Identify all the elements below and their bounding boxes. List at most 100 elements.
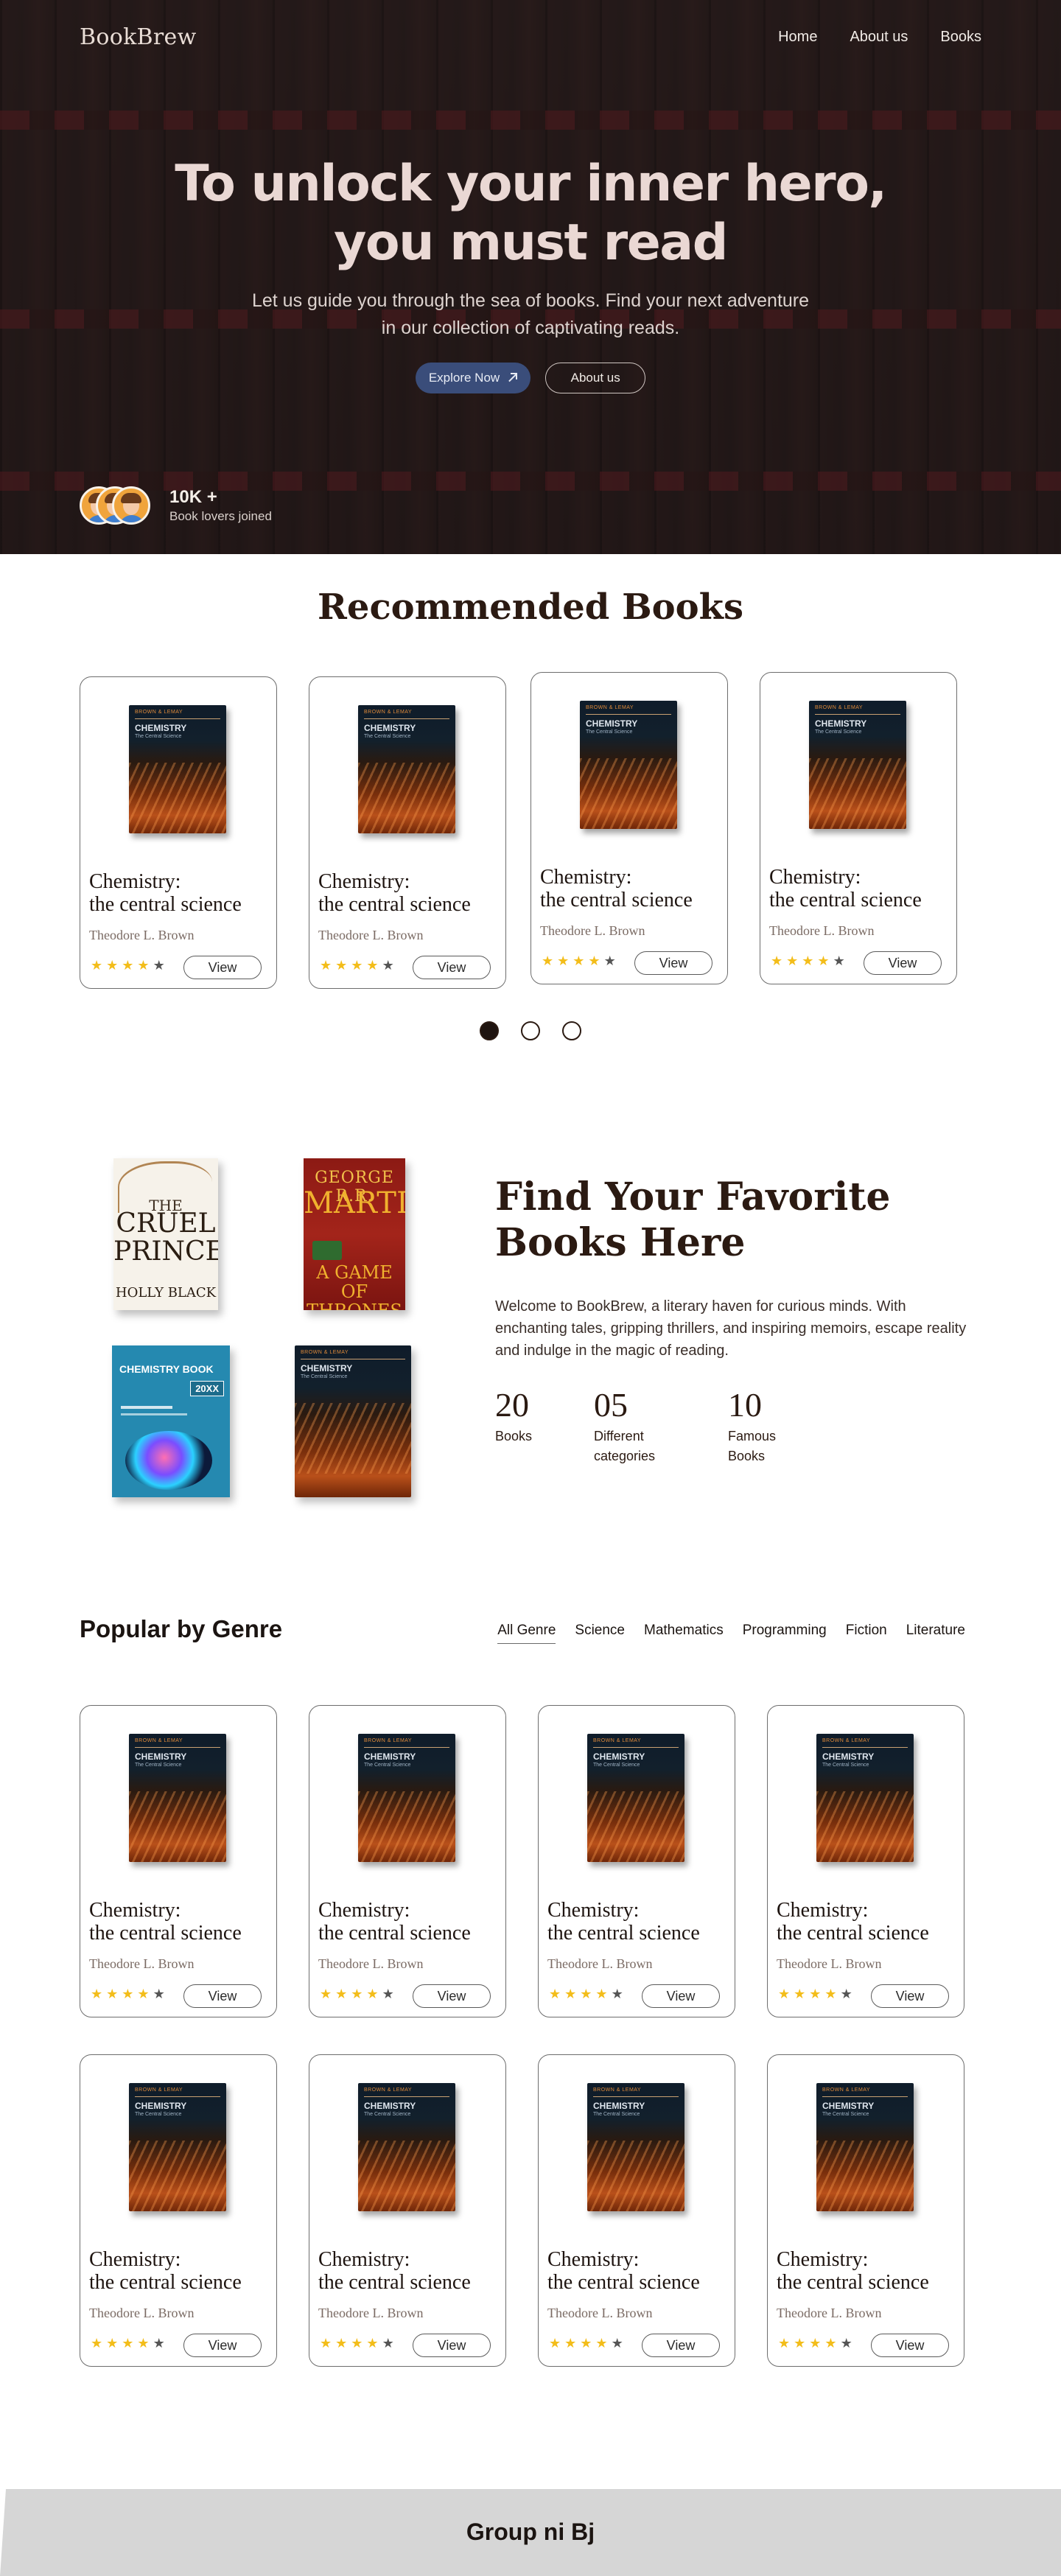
book-cover[interactable]: BROWN & LEMAY CHEMISTRY The Central Scienc… bbox=[129, 2083, 226, 2211]
star-filled-icon: ★ bbox=[320, 2336, 332, 2351]
book-cover[interactable]: BROWN & LEMAY CHEMISTRY The Central Scienc… bbox=[587, 2083, 684, 2211]
view-button[interactable]: View bbox=[634, 951, 712, 975]
book-card[interactable]: BROWN & LEMAY CHEMISTRY The Central Scienc… bbox=[530, 672, 728, 984]
stat-label-line: Books bbox=[728, 1449, 766, 1463]
cover-art: BROWN & LEMAY CHEMISTRY The Central Scie… bbox=[295, 1345, 411, 1497]
book-card[interactable]: BROWN & LEMAY CHEMISTRY The Central Scienc… bbox=[767, 1705, 964, 2017]
book-author: Theodore L. Brown bbox=[777, 2306, 882, 2320]
chemistry-book-cover[interactable]: CHEMISTRY BOOK 20XX bbox=[112, 1345, 230, 1497]
view-button[interactable]: View bbox=[183, 956, 262, 979]
book-card[interactable]: BROWN & LEMAY CHEMISTRY The Central Scienc… bbox=[80, 1705, 277, 2017]
genre-title: Popular by Genre bbox=[80, 1615, 283, 1642]
star-filled-icon: ★ bbox=[91, 1987, 103, 2002]
book-card[interactable]: BROWN & LEMAY CHEMISTRY The Central Scienc… bbox=[309, 2054, 506, 2367]
book-card[interactable]: BROWN & LEMAY CHEMISTRY The Central Scienc… bbox=[80, 676, 277, 989]
cover-art: BROWN & LEMAY CHEMISTRY The Central Scienc… bbox=[358, 705, 455, 833]
star-filled-icon: ★ bbox=[366, 2336, 379, 2351]
book-title-line: the central science bbox=[89, 2271, 242, 2294]
book-cover[interactable]: BROWN & LEMAY CHEMISTRY The Central Scienc… bbox=[358, 1734, 455, 1862]
book-cover[interactable]: BROWN & LEMAY CHEMISTRY The Central Scienc… bbox=[358, 2083, 455, 2211]
star-filled-icon: ★ bbox=[549, 1987, 561, 2002]
book-card[interactable]: BROWN & LEMAY CHEMISTRY The Central Scienc… bbox=[767, 2054, 964, 2367]
book-cover[interactable]: BROWN & LEMAY CHEMISTRY The Central Scienc… bbox=[587, 1734, 684, 1862]
favorite-title-line: Find Your Favorite bbox=[495, 1175, 891, 1219]
view-button[interactable]: View bbox=[183, 2334, 262, 2357]
carousel-dot-3[interactable] bbox=[562, 1021, 581, 1040]
book-title: Chemistry: the central science bbox=[777, 2248, 961, 2294]
book-title-line: the central science bbox=[547, 1922, 700, 1945]
nav-link-home[interactable]: Home bbox=[778, 29, 817, 46]
joined-label: Book lovers joined bbox=[169, 509, 272, 523]
book-title-line: Chemistry: bbox=[89, 2248, 181, 2271]
cover-author: BROWN & LEMAY bbox=[593, 2087, 642, 2093]
book-card[interactable]: BROWN & LEMAY CHEMISTRY The Central Scienc… bbox=[760, 672, 957, 984]
book-card[interactable]: BROWN & LEMAY CHEMISTRY The Central Scienc… bbox=[309, 676, 506, 989]
cruel-prince-cover[interactable]: THE CRUEL PRINCE HOLLY BLACK bbox=[113, 1158, 218, 1310]
rating-stars: ★ ★ ★ ★ ★ bbox=[320, 1988, 394, 2001]
star-filled-icon: ★ bbox=[137, 958, 150, 973]
tab-mathematics[interactable]: Mathematics bbox=[644, 1623, 724, 1644]
star-filled-icon: ★ bbox=[122, 1987, 134, 2002]
book-card[interactable]: BROWN & LEMAY CHEMISTRY The Central Scienc… bbox=[538, 2054, 735, 2367]
rating-stars: ★ ★ ★ ★ ★ bbox=[320, 959, 394, 973]
explore-now-button[interactable]: Explore Now bbox=[415, 363, 531, 393]
cover-subtitle: The Central Science bbox=[301, 1374, 348, 1379]
view-button[interactable]: View bbox=[871, 2334, 949, 2357]
cover-author: BROWN & LEMAY bbox=[364, 710, 413, 715]
stat-label: Famous Books bbox=[728, 1427, 776, 1466]
star-filled-icon: ★ bbox=[580, 2336, 592, 2351]
cover-art: BROWN & LEMAY CHEMISTRY The Central Scienc… bbox=[587, 1734, 684, 1862]
view-button[interactable]: View bbox=[413, 956, 491, 979]
view-button[interactable]: View bbox=[864, 951, 942, 975]
tab-literature[interactable]: Literature bbox=[906, 1623, 965, 1644]
book-title-line: the central science bbox=[547, 2271, 700, 2294]
tab-science[interactable]: Science bbox=[575, 1623, 625, 1644]
view-button[interactable]: View bbox=[183, 1984, 262, 2008]
tab-fiction[interactable]: Fiction bbox=[846, 1623, 887, 1644]
hero-section: BookBrew Home About us Books To unlock y… bbox=[0, 0, 1061, 554]
cover-rule bbox=[593, 2096, 679, 2097]
star-empty-icon: ★ bbox=[153, 2336, 165, 2351]
view-button[interactable]: View bbox=[642, 1984, 720, 2008]
cover-title: CHEMISTRY bbox=[822, 1751, 875, 1762]
about-us-button[interactable]: About us bbox=[545, 363, 646, 393]
stat-famous: 10 Famous Books bbox=[728, 1387, 776, 1466]
cover-title: CHEMISTRY bbox=[364, 723, 416, 733]
nav-link-about[interactable]: About us bbox=[850, 29, 908, 46]
favorite-title-line: Books Here bbox=[495, 1220, 746, 1265]
book-cover[interactable]: BROWN & LEMAY CHEMISTRY The Central Scienc… bbox=[809, 701, 906, 829]
tab-programming[interactable]: Programming bbox=[743, 1623, 827, 1644]
book-cover[interactable]: BROWN & LEMAY CHEMISTRY The Central Scienc… bbox=[816, 1734, 914, 1862]
star-empty-icon: ★ bbox=[603, 953, 616, 969]
cover-art: BROWN & LEMAY CHEMISTRY The Central Scienc… bbox=[358, 1734, 455, 1862]
book-title-line: the central science bbox=[777, 2271, 929, 2294]
brand-logo[interactable]: BookBrew bbox=[80, 24, 197, 50]
tab-all-genre[interactable]: All Genre bbox=[497, 1623, 556, 1644]
book-title-line: the central science bbox=[318, 1922, 471, 1945]
cover-subtitle: The Central Science bbox=[135, 2112, 182, 2117]
view-button[interactable]: View bbox=[413, 1984, 491, 2008]
stat-number: 10 bbox=[728, 1386, 762, 1424]
book-card[interactable]: BROWN & LEMAY CHEMISTRY The Central Scienc… bbox=[80, 2054, 277, 2367]
chemistry-central-science-cover[interactable]: BROWN & LEMAY CHEMISTRY The Central Scie… bbox=[295, 1345, 411, 1497]
book-card[interactable]: BROWN & LEMAY CHEMISTRY The Central Scienc… bbox=[538, 1705, 735, 2017]
book-title: Chemistry: the central science bbox=[769, 866, 953, 911]
stat-books: 20 Books bbox=[495, 1387, 532, 1446]
book-cover[interactable]: BROWN & LEMAY CHEMISTRY The Central Scienc… bbox=[129, 1734, 226, 1862]
game-of-thrones-cover[interactable]: GEORGE R.R. MARTIN A GAME OF THRONES bbox=[304, 1158, 405, 1310]
book-title: Chemistry: the central science bbox=[89, 870, 273, 916]
carousel-dot-2[interactable] bbox=[521, 1021, 540, 1040]
view-button[interactable]: View bbox=[642, 2334, 720, 2357]
book-cover[interactable]: BROWN & LEMAY CHEMISTRY The Central Scienc… bbox=[580, 701, 677, 829]
view-button[interactable]: View bbox=[413, 2334, 491, 2357]
cover-art: BROWN & LEMAY CHEMISTRY The Central Scienc… bbox=[129, 2083, 226, 2211]
book-cover[interactable]: BROWN & LEMAY CHEMISTRY The Central Scienc… bbox=[358, 705, 455, 833]
star-empty-icon: ★ bbox=[611, 2336, 623, 2351]
book-card[interactable]: BROWN & LEMAY CHEMISTRY The Central Scienc… bbox=[309, 1705, 506, 2017]
carousel-dot-1[interactable] bbox=[480, 1021, 499, 1040]
book-cover[interactable]: BROWN & LEMAY CHEMISTRY The Central Scienc… bbox=[816, 2083, 914, 2211]
book-cover[interactable]: BROWN & LEMAY CHEMISTRY The Central Scienc… bbox=[129, 705, 226, 833]
star-filled-icon: ★ bbox=[320, 1987, 332, 2002]
view-button[interactable]: View bbox=[871, 1984, 949, 2008]
nav-link-books[interactable]: Books bbox=[940, 29, 981, 46]
